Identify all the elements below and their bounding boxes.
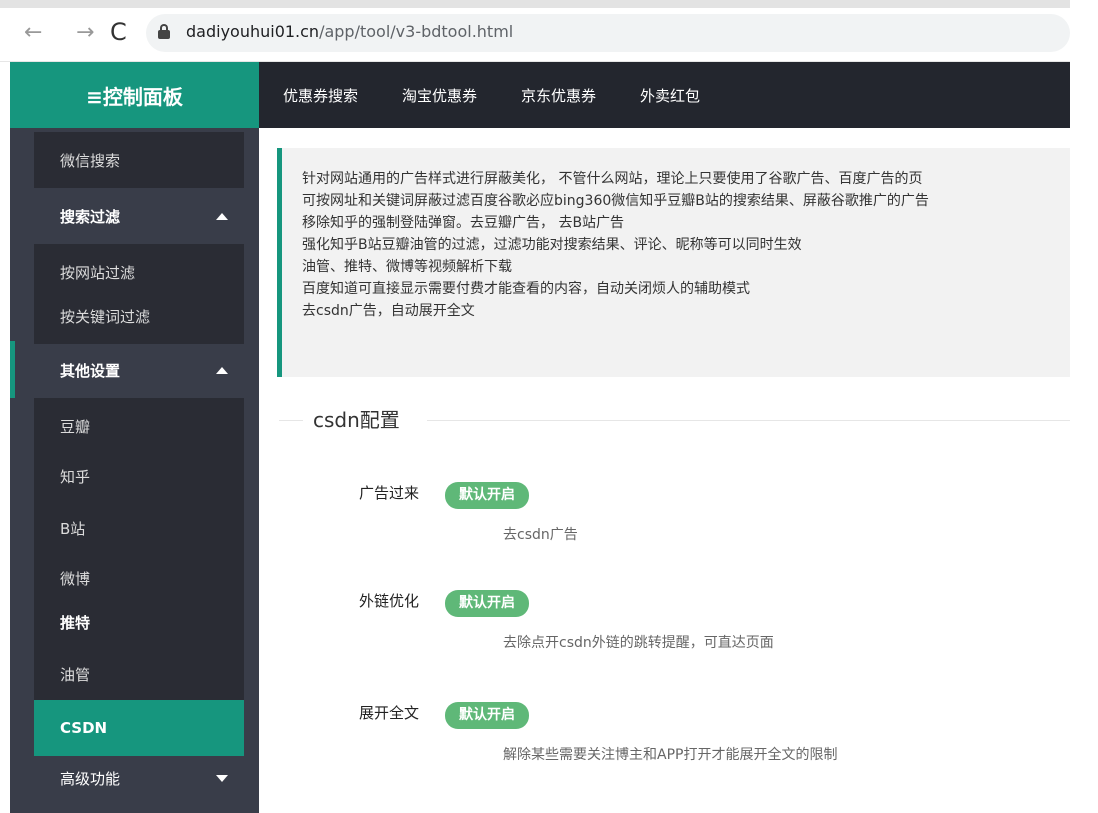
url-text[interactable]: dadiyouhui01.cn/app/tool/v3-bdtool.html (186, 22, 513, 41)
back-icon[interactable]: ← (24, 20, 42, 45)
sidebar-item-wechat-search[interactable]: 微信搜索 (34, 132, 244, 188)
section-title: csdn配置 (279, 404, 1070, 434)
setting-label: 展开全文 (358, 704, 419, 722)
sidebar-group-advanced[interactable]: 高级功能 (34, 750, 244, 806)
sidebar-group-label: 高级功能 (60, 769, 121, 788)
intro-line: 强化知乎B站豆瓣油管的过滤，过滤功能对搜索结果、评论、昵称等可以同时生效 (302, 237, 802, 253)
sidebar-group-other-settings[interactable]: 其他设置 (34, 342, 244, 398)
intro-line: 可按网址和关键词屏蔽过滤百度谷歌必应bing360微信知乎豆瓣B站的搜索结果、屏… (302, 193, 929, 209)
chevron-down-icon (216, 775, 228, 782)
sidebar-group-label: 搜索过滤 (60, 207, 121, 226)
url-host: dadiyouhui01.cn (186, 22, 320, 41)
sidebar-group-search-filter[interactable]: 搜索过滤 (34, 188, 244, 244)
section-legend: csdn配置 (313, 408, 400, 432)
nav-takeout-redpacket[interactable]: 外卖红包 (640, 85, 700, 106)
setting-ad-filter: 广告过来 默认开启 去csdn广告 (259, 480, 1070, 560)
setting-link-optimize: 外链优化 默认开启 去除点开csdn外链的跳转提醒，可直达页面 (259, 588, 1070, 668)
sidebar-item-youtube[interactable]: 油管 (34, 646, 244, 702)
intro-line: 针对网站通用的广告样式进行屏蔽美化， 不管什么网站，理论上只要使用了谷歌广告、百… (302, 171, 923, 187)
sidebar-item-twitter[interactable]: 推特 (34, 594, 244, 650)
setting-label: 外链优化 (358, 592, 419, 610)
setting-description: 去csdn广告 (503, 527, 578, 543)
sidebar-item-zhihu[interactable]: 知乎 (34, 448, 244, 504)
chevron-up-icon (216, 367, 228, 374)
nav-jd-coupon[interactable]: 京东优惠券 (521, 85, 596, 106)
sidebar-group-label: 其他设置 (60, 361, 121, 380)
divider (279, 420, 303, 421)
setting-label: 广告过来 (358, 484, 419, 502)
nav-coupon-search[interactable]: 优惠券搜索 (283, 85, 358, 106)
nav-taobao-coupon[interactable]: 淘宝优惠券 (402, 85, 477, 106)
intro-notice: 针对网站通用的广告样式进行屏蔽美化， 不管什么网站，理论上只要使用了谷歌广告、百… (277, 148, 1070, 377)
url-path: /app/tool/v3-bdtool.html (319, 22, 514, 41)
main-content: 针对网站通用的广告样式进行屏蔽美化， 不管什么网站，理论上只要使用了谷歌广告、百… (259, 128, 1070, 813)
sidebar: 微信搜索 搜索过滤 按网站过滤 按关键词过滤 其他设置 豆瓣 知乎 B站 微博 … (10, 128, 259, 813)
setting-expand-full: 展开全文 默认开启 解除某些需要关注博主和APP打开才能展开全文的限制 (259, 700, 1070, 780)
intro-line: 移除知乎的强制登陆弹窗。去豆瓣广告， 去B站广告 (302, 215, 625, 231)
lock-icon[interactable] (158, 24, 170, 39)
sidebar-item-keyword-filter[interactable]: 按关键词过滤 (34, 288, 244, 344)
forward-icon[interactable]: → (76, 20, 94, 45)
sidebar-item-csdn[interactable]: CSDN (34, 700, 244, 756)
sidebar-active-indicator (10, 341, 15, 398)
setting-description: 解除某些需要关注博主和APP打开才能展开全文的限制 (503, 747, 838, 763)
sidebar-item-bilibili[interactable]: B站 (34, 500, 244, 556)
intro-line: 油管、推特、微博等视频解析下载 (302, 259, 512, 275)
top-nav: 优惠券搜索 淘宝优惠券 京东优惠券 外卖红包 (259, 62, 1070, 128)
intro-line: 去csdn广告，自动展开全文 (302, 303, 475, 319)
status-badge[interactable]: 默认开启 (445, 482, 529, 509)
chevron-up-icon (216, 213, 228, 220)
control-panel-title[interactable]: ≡控制面板 (10, 62, 259, 128)
status-badge[interactable]: 默认开启 (445, 590, 529, 617)
status-badge[interactable]: 默认开启 (445, 702, 529, 729)
setting-description: 去除点开csdn外链的跳转提醒，可直达页面 (503, 635, 774, 651)
browser-tab-strip (0, 0, 1070, 8)
divider (427, 420, 1070, 421)
sidebar-item-douban[interactable]: 豆瓣 (34, 398, 244, 454)
reload-icon[interactable]: C (110, 18, 127, 46)
page-edge (1070, 0, 1098, 813)
intro-line: 百度知道可直接显示需要付费才能查看的内容，自动关闭烦人的辅助模式 (302, 281, 750, 297)
browser-address-bar: ← → C dadiyouhui01.cn/app/tool/v3-bdtool… (0, 0, 1098, 62)
